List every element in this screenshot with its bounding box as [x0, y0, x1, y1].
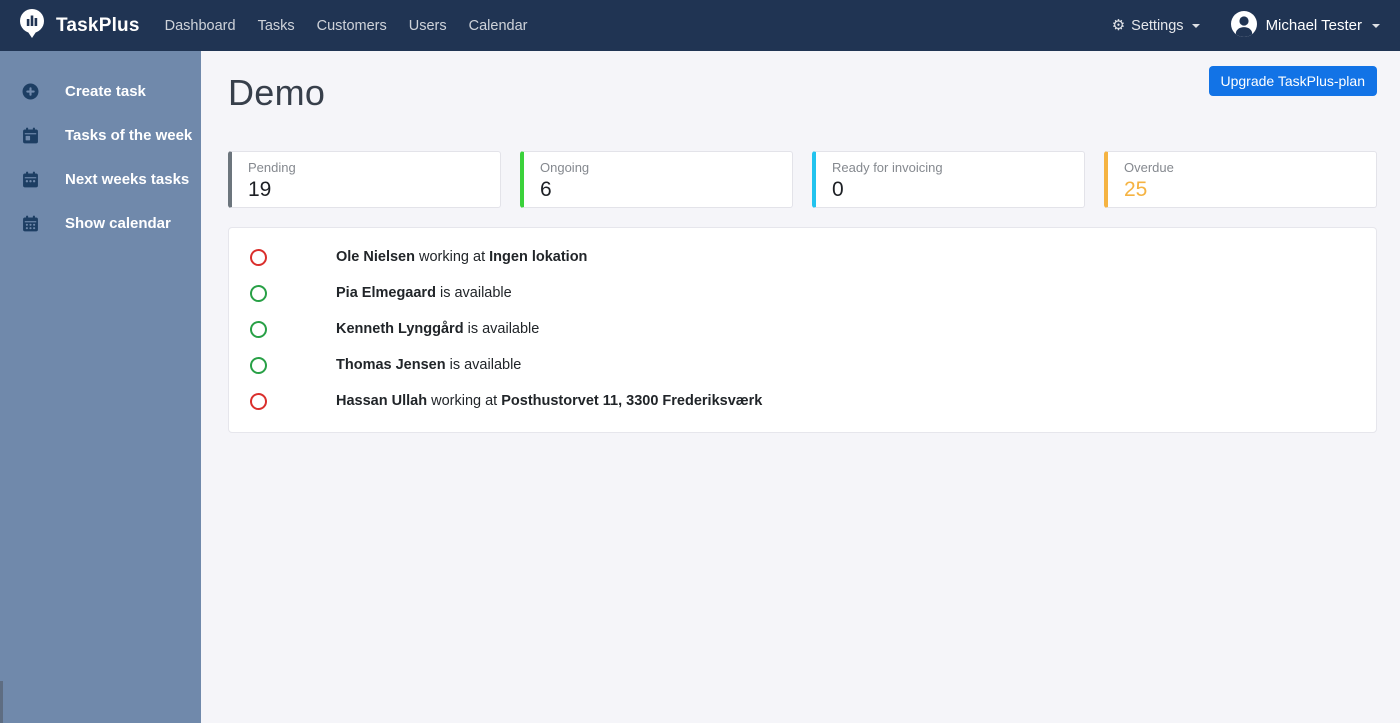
worker-name: Ole Nielsen [336, 249, 415, 265]
worker-row: Ole Nielsen working at Ingen lokation [229, 239, 1376, 275]
nav-link-customers[interactable]: Customers [306, 10, 398, 42]
sidebar-item-show-calendar[interactable]: Show calendar [0, 201, 201, 245]
worker-status-middle: is available [445, 357, 522, 373]
worker-name: Pia Elmegaard [336, 285, 436, 301]
main-content: Demo Upgrade TaskPlus-plan Pending 19 On… [201, 51, 1400, 723]
worker-name: Thomas Jensen [336, 357, 446, 373]
settings-dropdown[interactable]: ⚙ Settings [1112, 18, 1200, 34]
worker-status-middle: working at [427, 393, 502, 409]
stat-value: 25 [1124, 178, 1148, 201]
worker-row: Kenneth Lynggård is available [229, 311, 1376, 347]
worker-location: Posthustorvet 11, 3300 Frederiksværk [501, 393, 763, 409]
worker-row: Pia Elmegaard is available [229, 275, 1376, 311]
calendar-grid-icon [22, 215, 39, 232]
status-available-icon [250, 356, 267, 374]
stat-card-ready-for-invoicing[interactable]: Ready for invoicing 0 [812, 151, 1085, 208]
gear-icon: ⚙ [1111, 17, 1126, 34]
worker-name: Kenneth Lynggård [336, 321, 464, 337]
worker-row: Hassan Ullah working at Posthustorvet 11… [229, 383, 1376, 419]
worker-location: Ingen lokation [489, 249, 588, 265]
user-dropdown[interactable]: Michael Tester [1230, 10, 1380, 42]
stat-card-ongoing[interactable]: Ongoing 6 [520, 151, 793, 208]
worker-status-middle: is available [463, 321, 540, 337]
nav-links: Dashboard Tasks Customers Users Calendar [154, 10, 539, 42]
plus-circle-icon [22, 83, 39, 100]
stat-value: 0 [832, 178, 844, 201]
brand-title: TaskPlus [56, 14, 140, 36]
avatar-icon [1230, 10, 1258, 42]
sidebar: Create task Tasks of the week Next weeks… [0, 51, 201, 723]
chevron-down-icon [1191, 23, 1200, 28]
worker-status-middle: working at [414, 249, 490, 265]
status-busy-icon [250, 248, 267, 266]
stat-label: Pending [248, 160, 296, 175]
sidebar-item-label: Show calendar [65, 214, 171, 232]
worker-status-text: Thomas Jensen is available [336, 357, 521, 373]
top-navbar: TaskPlus Dashboard Tasks Customers Users… [0, 0, 1400, 51]
page-title: Demo [228, 72, 326, 113]
worker-name: Hassan Ullah [336, 393, 428, 409]
worker-status-text: Pia Elmegaard is available [336, 285, 512, 301]
navbar-right: ⚙ Settings Michael Tester [1112, 10, 1388, 42]
calendar-next-icon [22, 171, 39, 188]
worker-row: Thomas Jensen is available [229, 347, 1376, 383]
stat-card-overdue[interactable]: Overdue 25 [1104, 151, 1377, 208]
sidebar-item-create-task[interactable]: Create task [0, 69, 201, 113]
status-busy-icon [250, 392, 267, 410]
worker-status-text: Hassan Ullah working at Posthustorvet 11… [336, 393, 762, 409]
stat-card-pending[interactable]: Pending 19 [228, 151, 501, 208]
status-available-icon [250, 284, 267, 302]
chevron-down-icon [1372, 23, 1380, 28]
nav-link-users[interactable]: Users [398, 10, 458, 42]
sidebar-item-label: Create task [65, 82, 146, 100]
worker-status-text: Ole Nielsen working at Ingen lokation [336, 249, 587, 265]
stat-value: 19 [248, 178, 272, 201]
settings-label: Settings [1131, 17, 1184, 34]
worker-status-text: Kenneth Lynggård is available [336, 321, 539, 337]
stats-row: Pending 19 Ongoing 6 Ready for invoicing… [228, 151, 1377, 208]
user-name: Michael Tester [1265, 17, 1362, 34]
upgrade-plan-button[interactable]: Upgrade TaskPlus-plan [1208, 66, 1377, 96]
brand[interactable]: TaskPlus [16, 7, 140, 44]
sidebar-item-tasks-of-week[interactable]: Tasks of the week [0, 113, 201, 157]
taskplus-logo-icon [16, 7, 48, 44]
status-available-icon [250, 320, 267, 338]
worker-status-middle: is available [435, 285, 512, 301]
sidebar-item-next-weeks-tasks[interactable]: Next weeks tasks [0, 157, 201, 201]
nav-link-tasks[interactable]: Tasks [247, 10, 306, 42]
workers-status-card: Ole Nielsen working at Ingen lokation Pi… [228, 227, 1377, 433]
nav-link-calendar[interactable]: Calendar [458, 10, 539, 42]
stat-value: 6 [540, 178, 552, 201]
stat-label: Ready for invoicing [832, 160, 943, 175]
nav-link-dashboard[interactable]: Dashboard [154, 10, 247, 42]
calendar-week-icon [22, 127, 39, 144]
sidebar-item-label: Next weeks tasks [65, 170, 190, 188]
stat-label: Ongoing [540, 160, 590, 175]
stat-label: Overdue [1124, 160, 1174, 175]
sidebar-item-label: Tasks of the week [65, 126, 193, 144]
sidebar-scrollbar-thumb[interactable] [0, 681, 3, 723]
